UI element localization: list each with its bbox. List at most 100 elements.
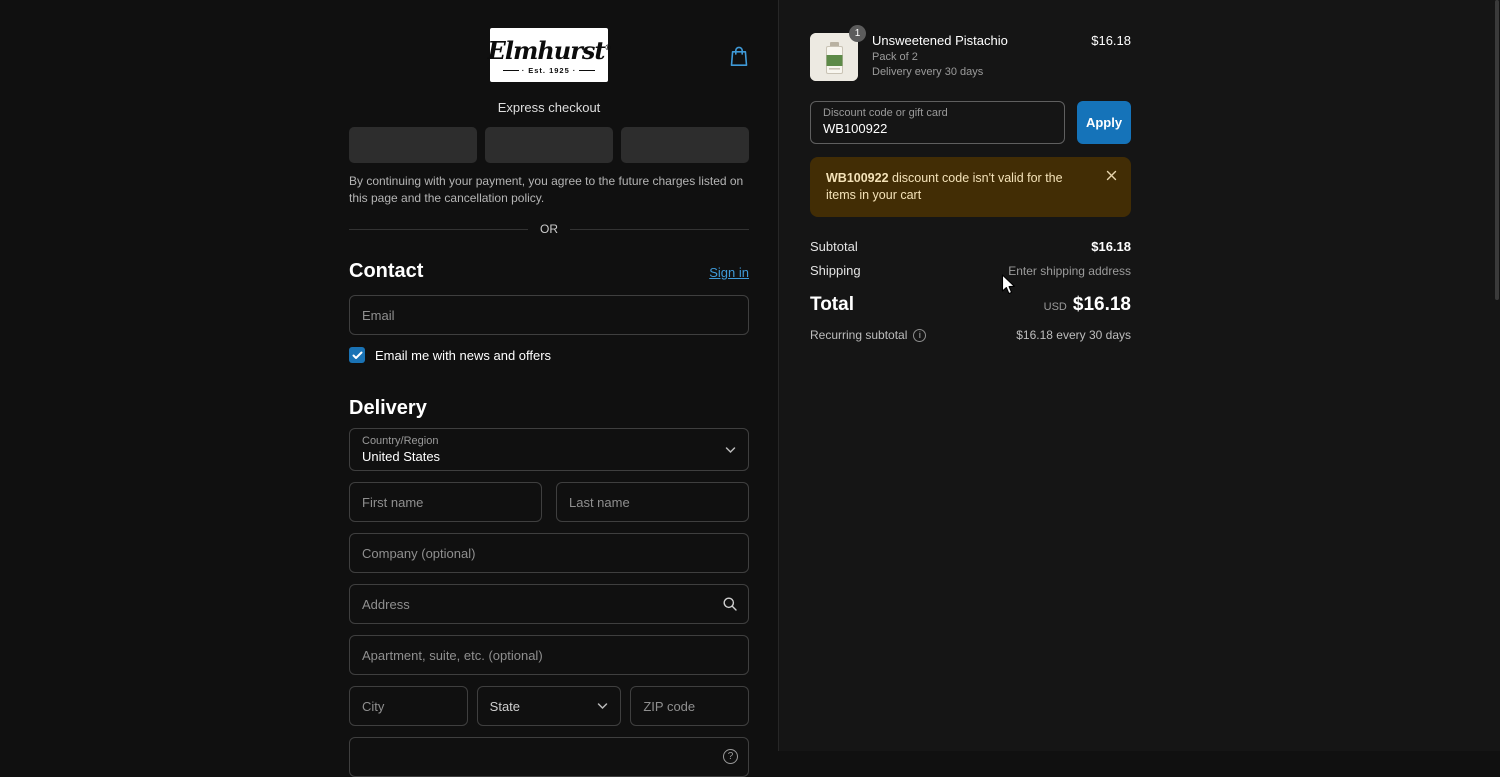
discount-field[interactable]: Discount code or gift card [810, 101, 1065, 144]
contact-section-header: Contact Sign in [349, 260, 749, 283]
discount-code-input[interactable] [823, 121, 1052, 136]
product-info: Unsweetened Pistachio Pack of 2 Delivery… [872, 33, 1083, 78]
first-name-input[interactable] [349, 482, 542, 522]
or-divider: OR [349, 222, 749, 236]
express-pay-button-2[interactable] [485, 127, 613, 163]
scrollbar-thumb[interactable] [1495, 0, 1499, 300]
recurring-left: Recurring subtotal i [810, 328, 927, 342]
sign-in-link[interactable]: Sign in [709, 265, 749, 280]
last-name-input[interactable] [556, 482, 749, 522]
apply-discount-button[interactable]: Apply [1077, 101, 1131, 144]
express-pay-button-1[interactable] [349, 127, 477, 163]
shipping-label: Shipping [810, 263, 861, 278]
product-variant: Pack of 2 [872, 51, 918, 63]
address-field-wrap [349, 584, 749, 624]
order-summary-pane: 1 Unsweetened Pistachio Pack of 2 Delive… [779, 0, 1500, 751]
checkout-header: Elmhurst® · Est. 1925 · [349, 28, 749, 82]
company-field-wrap [349, 533, 749, 573]
address-input[interactable] [349, 584, 749, 624]
logo-ornament-line [579, 69, 596, 71]
established-text: Est. 1925 [528, 65, 570, 75]
checkbox-checked-icon[interactable] [349, 347, 365, 363]
shipping-value: Enter shipping address [1008, 264, 1131, 278]
product-image [810, 33, 858, 81]
payment-disclaimer: By continuing with your payment, you agr… [349, 174, 744, 205]
first-name-field-wrap [349, 482, 542, 522]
country-select[interactable]: Country/Region United States [349, 428, 749, 471]
brand-established: · Est. 1925 · [502, 65, 596, 75]
subtotal-row: Subtotal $16.18 [810, 239, 1131, 254]
country-label: Country/Region [362, 435, 439, 447]
checkout-form-content: Elmhurst® · Est. 1925 · Express checkout… [349, 0, 750, 777]
totals-section: Subtotal $16.18 Shipping Enter shipping … [810, 239, 1131, 342]
product-thumbnail: 1 [810, 25, 866, 81]
logo-ornament-line [502, 69, 519, 71]
product-frequency: Delivery every 30 days [872, 66, 984, 78]
last-name-field-wrap [556, 482, 749, 522]
product-name: Unsweetened Pistachio [872, 33, 1008, 48]
company-input[interactable] [349, 533, 749, 573]
contact-heading: Contact [349, 260, 424, 282]
zip-input[interactable] [630, 686, 750, 726]
divider-line [570, 228, 749, 230]
total-label: Total [810, 294, 854, 315]
cart-button[interactable] [729, 45, 749, 67]
apartment-input[interactable] [349, 635, 749, 675]
express-pay-button-3[interactable] [621, 127, 749, 163]
store-logo[interactable]: Elmhurst® · Est. 1925 · [487, 28, 612, 82]
chevron-down-icon [597, 703, 608, 710]
express-checkout-buttons [349, 127, 749, 163]
phone-field-wrap: ? [349, 737, 749, 777]
order-summary-content: 1 Unsweetened Pistachio Pack of 2 Delive… [810, 25, 1131, 342]
currency-code: USD [1043, 301, 1067, 313]
shopping-bag-icon [729, 46, 749, 70]
quantity-badge: 1 [849, 25, 866, 42]
state-placeholder: State [489, 698, 521, 714]
recurring-subtotal-row: Recurring subtotal i $16.18 every 30 day… [810, 328, 1131, 342]
subtotal-label: Subtotal [810, 239, 858, 254]
discount-label: Discount code or gift card [823, 107, 948, 119]
discount-error-banner: WB100922 discount code isn't valid for t… [810, 157, 1131, 217]
name-row [349, 482, 749, 522]
email-input[interactable] [349, 295, 749, 335]
or-label: OR [540, 222, 558, 236]
info-icon[interactable]: i [913, 328, 927, 342]
error-discount-code: WB100922 [826, 171, 889, 185]
total-amount: USD $16.18 [1044, 294, 1131, 316]
chevron-down-icon [725, 446, 736, 453]
product-price: $16.18 [1091, 33, 1131, 48]
cart-line-item: 1 Unsweetened Pistachio Pack of 2 Delive… [810, 25, 1131, 81]
discount-row: Discount code or gift card Apply [810, 101, 1131, 144]
email-field-wrap [349, 295, 749, 335]
total-value: $16.18 [1072, 294, 1131, 315]
express-checkout-title: Express checkout [497, 100, 601, 115]
total-row: Total USD $16.18 [810, 294, 1131, 316]
recurring-label: Recurring subtotal [810, 328, 908, 342]
subtotal-value: $16.18 [1091, 239, 1131, 254]
checkout-page: Elmhurst® · Est. 1925 · Express checkout… [0, 0, 1500, 777]
city-input[interactable] [349, 686, 468, 726]
logo-ornament-dot: · [572, 65, 577, 75]
shipping-row: Shipping Enter shipping address [810, 263, 1131, 278]
country-value: United States [362, 449, 441, 464]
recurring-value: $16.18 every 30 days [1016, 328, 1131, 342]
checkout-form-pane: Elmhurst® · Est. 1925 · Express checkout… [0, 0, 779, 777]
newsletter-optin[interactable]: Email me with news and offers [349, 347, 749, 363]
zip-field-wrap [630, 686, 750, 726]
city-field-wrap [349, 686, 468, 726]
brand-name: Elmhurst® [487, 35, 612, 65]
close-icon [1106, 169, 1117, 184]
apartment-field-wrap [349, 635, 749, 675]
search-icon [722, 596, 738, 612]
divider-line [349, 228, 528, 230]
trademark-symbol: ® [604, 42, 611, 52]
delivery-heading: Delivery [349, 397, 427, 419]
state-select[interactable]: State [476, 686, 622, 726]
logo-ornament-dot: · [521, 65, 526, 75]
city-state-zip-row: State [349, 686, 750, 726]
question-mark-icon[interactable]: ? [723, 749, 738, 764]
delivery-section-header: Delivery [349, 397, 749, 420]
newsletter-label: Email me with news and offers [375, 347, 552, 363]
close-error-button[interactable] [1104, 168, 1119, 183]
phone-input[interactable] [349, 737, 749, 777]
